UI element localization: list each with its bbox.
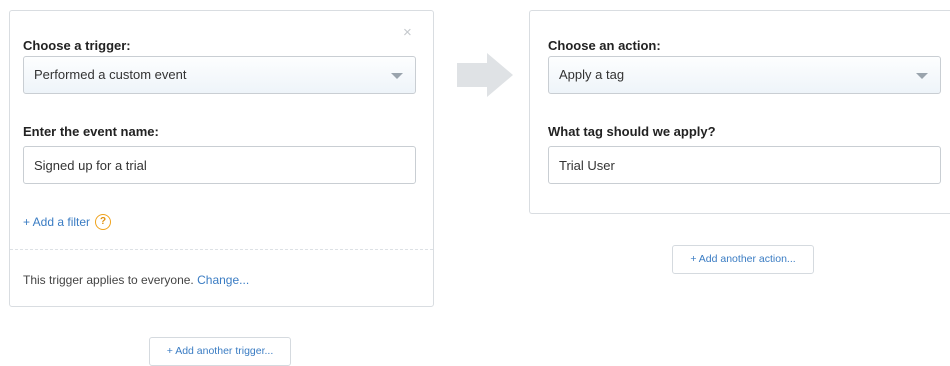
- tag-label: What tag should we apply?: [548, 124, 716, 139]
- change-link[interactable]: Change...: [197, 273, 249, 287]
- trigger-panel: × Choose a trigger: Performed a custom e…: [9, 10, 434, 307]
- add-action-button[interactable]: + Add another action...: [672, 245, 814, 274]
- action-panel: Choose an action: Apply a tag What tag s…: [529, 10, 950, 214]
- chevron-down-icon: [916, 73, 928, 79]
- tag-input[interactable]: [548, 146, 941, 184]
- trigger-heading: Choose a trigger:: [23, 38, 131, 53]
- add-trigger-button[interactable]: + Add another trigger...: [149, 337, 291, 366]
- add-filter-row: + Add a filter?: [23, 214, 112, 231]
- action-select-value: Apply a tag: [559, 67, 625, 82]
- arrow-right-icon: [457, 53, 513, 97]
- trigger-select[interactable]: Performed a custom event: [23, 56, 416, 94]
- trigger-scope-text: This trigger applies to everyone.: [23, 273, 194, 287]
- chevron-down-icon: [391, 73, 403, 79]
- trigger-select-value: Performed a custom event: [34, 67, 187, 82]
- event-name-input[interactable]: [23, 146, 416, 184]
- divider: [10, 249, 433, 250]
- close-icon[interactable]: ×: [403, 25, 412, 40]
- action-heading: Choose an action:: [548, 38, 661, 53]
- trigger-scope: This trigger applies to everyone. Change…: [23, 273, 249, 287]
- event-name-label: Enter the event name:: [23, 124, 159, 139]
- help-icon[interactable]: ?: [95, 214, 112, 230]
- action-select[interactable]: Apply a tag: [548, 56, 941, 94]
- add-filter-link[interactable]: + Add a filter: [23, 215, 90, 229]
